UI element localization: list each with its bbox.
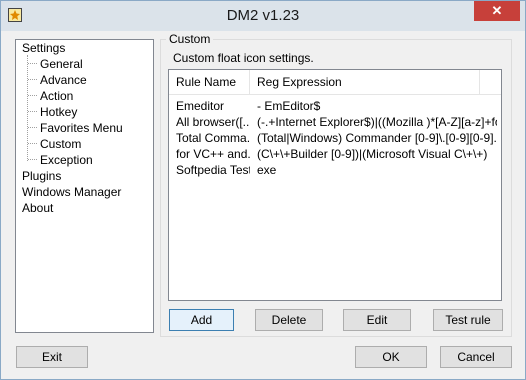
title-bar[interactable]: DM2 v1.23 ✕: [1, 1, 525, 31]
reg-expression-cell: exe: [257, 163, 277, 177]
reg-expression-cell: (Total|Windows) Commander [0-9]\.[0-9][0…: [257, 131, 497, 145]
tree-item-plugins[interactable]: Plugins: [21, 169, 62, 184]
dm2-window: DM2 v1.23 ✕ Settings General Advance Act…: [0, 0, 526, 380]
tree-item-custom[interactable]: Custom: [39, 137, 83, 152]
reg-expression-cell: (C\+\+Builder [0-9])|(Microsoft Visual C…: [257, 147, 488, 161]
tree-connector: [28, 79, 37, 80]
close-icon: ✕: [491, 3, 503, 18]
table-row[interactable]: Softpedia Test exe: [169, 162, 501, 178]
rule-name-cell: All browser([...: [176, 115, 250, 129]
add-button[interactable]: Add: [169, 309, 234, 331]
table-row[interactable]: Emeditor - EmEditor$: [169, 98, 501, 114]
tree-item-favorites-menu[interactable]: Favorites Menu: [39, 121, 124, 136]
cancel-button[interactable]: Cancel: [440, 346, 512, 368]
tree-connector: [28, 159, 37, 160]
settings-tree[interactable]: Settings General Advance Action Hotkey F…: [15, 39, 154, 333]
tree-connector: [28, 95, 37, 96]
custom-description: Custom float icon settings.: [173, 51, 314, 65]
tree-connector: [28, 63, 37, 64]
tree-item-exception[interactable]: Exception: [39, 153, 94, 168]
tree-connector: [28, 111, 37, 112]
tree-item-general[interactable]: General: [39, 57, 84, 72]
column-reg-expression[interactable]: Reg Expression: [250, 70, 480, 94]
reg-expression-cell: (-.+Internet Explorer$)|((Mozilla )*[A-Z…: [257, 115, 497, 129]
test-rule-button[interactable]: Test rule: [433, 309, 503, 331]
reg-expression-cell: - EmEditor$: [257, 99, 321, 113]
tree-connector: [27, 55, 28, 161]
table-row[interactable]: Total Comma... (Total|Windows) Commander…: [169, 130, 501, 146]
rules-listview[interactable]: Rule Name Reg Expression Emeditor - EmEd…: [168, 69, 502, 301]
tree-item-advance[interactable]: Advance: [39, 73, 88, 88]
tree-item-windows-manager[interactable]: Windows Manager: [21, 185, 122, 200]
tree-item-settings[interactable]: Settings: [21, 41, 66, 56]
tree-item-hotkey[interactable]: Hotkey: [39, 105, 78, 120]
table-row[interactable]: for VC++ and... (C\+\+Builder [0-9])|(Mi…: [169, 146, 501, 162]
tree-connector: [28, 143, 37, 144]
custom-group-label: Custom: [166, 32, 214, 46]
edit-button[interactable]: Edit: [343, 309, 411, 331]
listview-header: Rule Name Reg Expression: [169, 70, 501, 95]
rule-name-cell: Total Comma...: [176, 131, 250, 145]
column-rule-name[interactable]: Rule Name: [169, 70, 250, 94]
close-button[interactable]: ✕: [474, 1, 520, 21]
table-row[interactable]: All browser([... (-.+Internet Explorer$)…: [169, 114, 501, 130]
ok-button[interactable]: OK: [355, 346, 427, 368]
tree-item-action[interactable]: Action: [39, 89, 74, 104]
delete-button[interactable]: Delete: [255, 309, 323, 331]
tree-item-about[interactable]: About: [21, 201, 54, 216]
window-title: DM2 v1.23: [226, 7, 300, 24]
tree-connector: [28, 127, 37, 128]
rule-name-cell: Softpedia Test: [176, 163, 250, 177]
rule-name-cell: for VC++ and...: [176, 147, 250, 161]
rule-name-cell: Emeditor: [176, 99, 225, 113]
exit-button[interactable]: Exit: [16, 346, 88, 368]
